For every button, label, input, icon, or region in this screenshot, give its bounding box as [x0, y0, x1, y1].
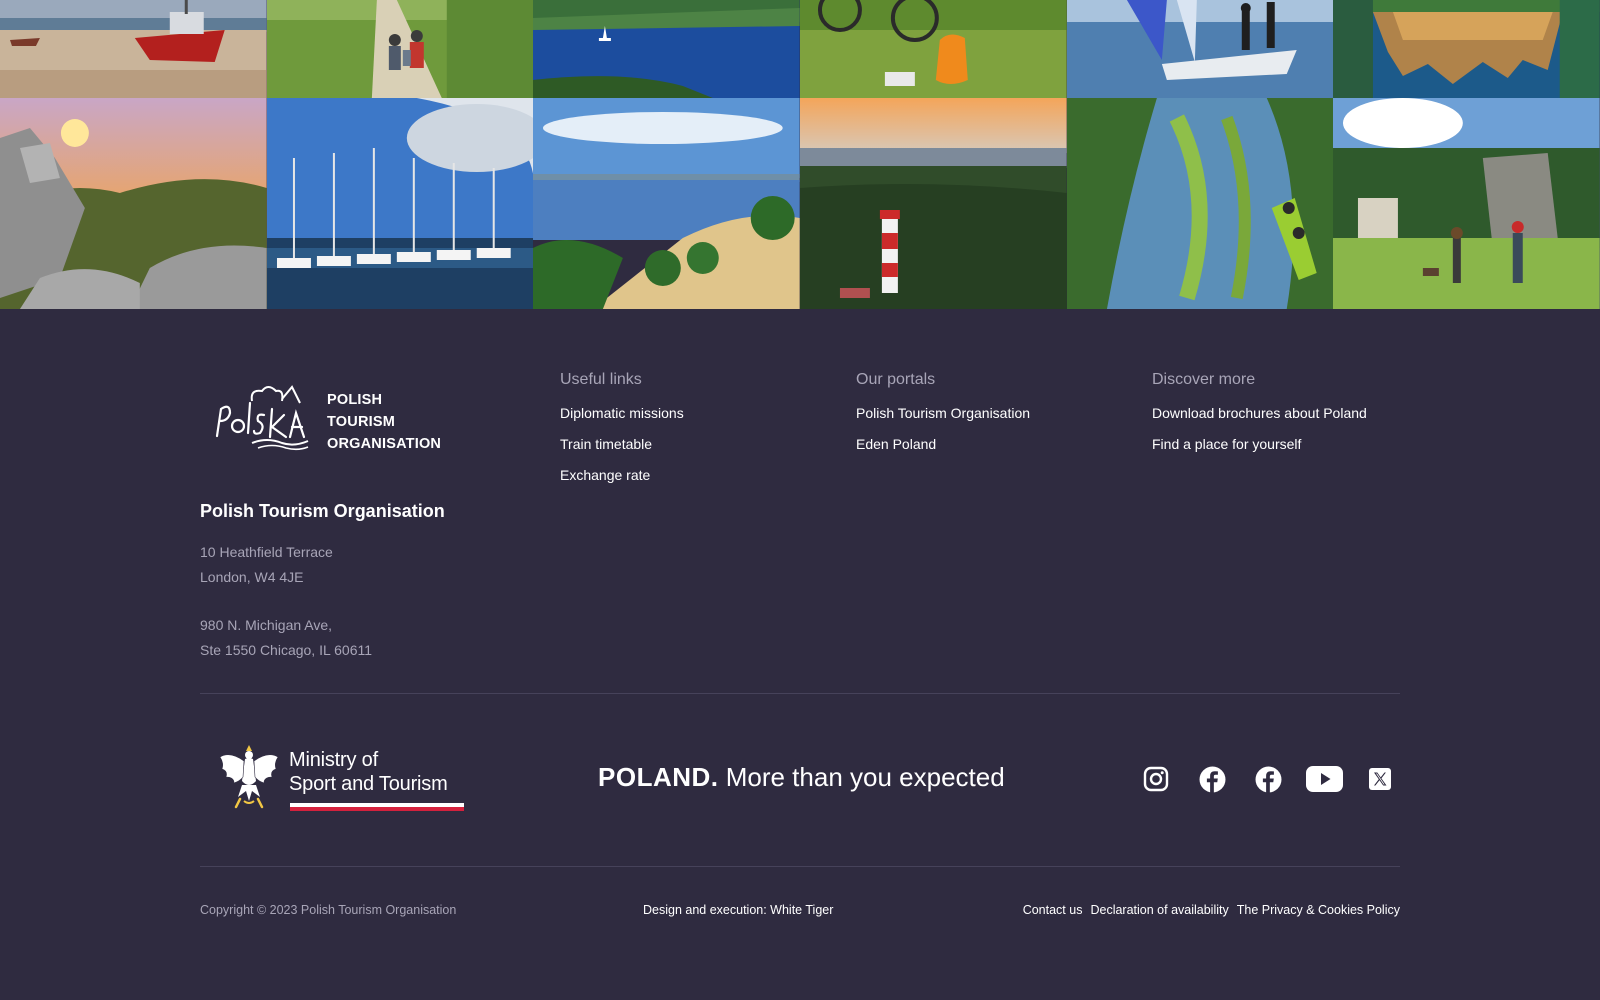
- footer-divider: [200, 866, 1400, 867]
- poland-tagline: POLAND. More than you expected: [598, 762, 1005, 793]
- link-eden-poland[interactable]: Eden Poland: [856, 434, 1030, 465]
- photo-catamaran-sailing[interactable]: [1066, 0, 1334, 98]
- link-contact-us[interactable]: Contact us: [1023, 903, 1083, 917]
- facebook-icon[interactable]: [1250, 761, 1286, 797]
- photo-lake-with-sailboat[interactable]: [533, 0, 800, 98]
- photo-bicycle-and-backpack[interactable]: [799, 0, 1067, 98]
- polish-flag-bar: [290, 803, 464, 811]
- address-chicago: 980 N. Michigan Ave, Ste 1550 Chicago, I…: [200, 613, 372, 662]
- address-line: 980 N. Michigan Ave,: [200, 617, 333, 633]
- site-footer: POLISH TOURISM ORGANISATION Polish Touri…: [0, 309, 1600, 1000]
- useful-links-column: Useful links Diplomatic missions Train t…: [560, 371, 684, 496]
- ministry-name: Ministry of Sport and Tourism: [289, 748, 448, 796]
- photo-lake-beach[interactable]: [533, 98, 800, 309]
- logo-line: TOURISM: [327, 414, 395, 430]
- photo-hikers-in-meadow[interactable]: [1333, 98, 1600, 309]
- x-icon[interactable]: [1362, 761, 1398, 797]
- tagline-bold: POLAND.: [598, 762, 719, 792]
- footer-divider: [200, 693, 1400, 694]
- link-diplomatic-missions[interactable]: Diplomatic missions: [560, 403, 684, 434]
- youtube-icon[interactable]: [1304, 761, 1344, 797]
- address-line: Ste 1550 Chicago, IL 60611: [200, 641, 373, 658]
- logo-wordmark: POLISH TOURISM ORGANISATION: [327, 389, 441, 455]
- column-title: Our portals: [856, 371, 936, 388]
- polish-tourism-logo[interactable]: POLISH TOURISM ORGANISATION: [212, 381, 462, 452]
- link-find-a-place[interactable]: Find a place for yourself: [1152, 434, 1367, 465]
- organisation-name: Polish Tourism Organisation: [200, 501, 445, 521]
- photo-gallery: [0, 0, 1600, 309]
- facebook-icon[interactable]: [1194, 761, 1230, 797]
- logo-line: ORGANISATION: [327, 436, 442, 452]
- white-eagle-emblem-icon: [219, 745, 279, 809]
- link-privacy-cookies-policy[interactable]: The Privacy & Cookies Policy: [1237, 903, 1400, 917]
- tagline-rest: More than you expected: [718, 762, 1005, 792]
- photo-kayak-on-river[interactable]: [1066, 98, 1334, 309]
- ministry-logo[interactable]: Ministry of Sport and Tourism: [216, 741, 466, 821]
- link-exchange-rate[interactable]: Exchange rate: [560, 465, 684, 496]
- logo-line: POLISH: [327, 392, 383, 408]
- discover-more-column: Discover more Download brochures about P…: [1152, 371, 1367, 465]
- link-polish-tourism-organisation[interactable]: Polish Tourism Organisation: [856, 403, 1030, 434]
- address-london: 10 Heathfield Terrace London, W4 4JE: [200, 540, 333, 589]
- column-title: Useful links: [560, 371, 642, 388]
- address-line: London, W4 4JE: [200, 568, 304, 585]
- photo-lighthouse-forest[interactable]: [799, 98, 1067, 309]
- legal-links: Contact us Declaration of availability T…: [1023, 903, 1400, 917]
- link-train-timetable[interactable]: Train timetable: [560, 434, 684, 465]
- column-title: Discover more: [1152, 371, 1256, 388]
- our-portals-column: Our portals Polish Tourism Organisation …: [856, 371, 1030, 465]
- ministry-line: Sport and Tourism: [289, 773, 448, 795]
- link-declaration-of-availability[interactable]: Declaration of availability: [1090, 903, 1228, 917]
- photo-hikers-on-path[interactable]: [266, 0, 534, 98]
- ministry-line: Ministry of: [289, 749, 378, 771]
- design-credits-link[interactable]: Design and execution: White Tiger: [643, 903, 833, 917]
- photo-rocks-at-sunset[interactable]: [0, 98, 267, 309]
- photo-castle-reflection[interactable]: [1333, 0, 1600, 98]
- photo-marina-sailboats[interactable]: [266, 98, 534, 309]
- photo-beach-fishing-boat[interactable]: [0, 0, 267, 98]
- polska-logo-icon: [215, 385, 309, 451]
- link-download-brochures[interactable]: Download brochures about Poland: [1152, 403, 1367, 434]
- address-line: 10 Heathfield Terrace: [200, 544, 333, 560]
- copyright-text: Copyright © 2023 Polish Tourism Organisa…: [200, 903, 457, 917]
- instagram-icon[interactable]: [1138, 761, 1174, 797]
